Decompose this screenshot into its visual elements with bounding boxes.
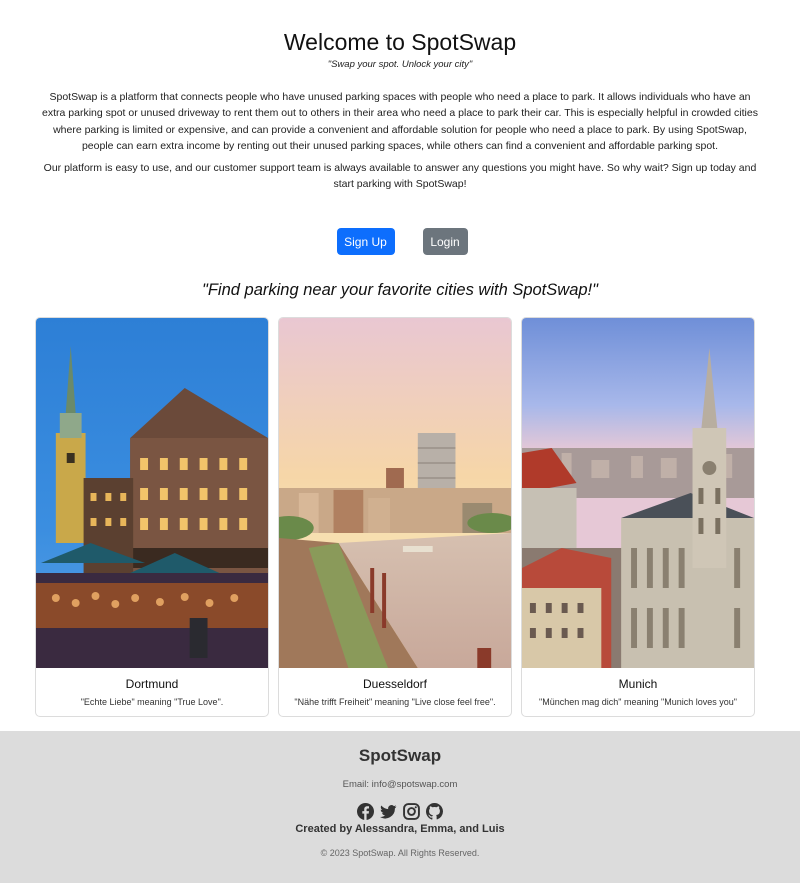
dortmund-photo [36, 318, 268, 668]
footer-brand: SpotSwap [358, 746, 442, 765]
footer-copyright: © 2023 SpotSwap. All Rights Reserved. [320, 848, 480, 858]
city-card-duesseldorf[interactable]: Duesseldorf "Nähe trifft Freiheit" meani… [278, 317, 512, 717]
city-name: Munich [618, 677, 658, 691]
munich-card-body: Munich "München mag dich" meaning "Munic… [522, 668, 754, 707]
city-motto: "München mag dich" meaning "Munich loves… [539, 697, 737, 707]
instagram-icon[interactable] [403, 803, 420, 820]
sign-up-button[interactable]: Sign Up [336, 228, 395, 256]
page: Welcome to SpotSwap "Swap your spot. Unl… [0, 0, 800, 883]
login-button[interactable]: Login [422, 228, 468, 256]
dortmund-card-body: Dortmund "Echte Liebe" meaning "True Lov… [36, 668, 268, 707]
cities-heading: "Find parking near your favorite cities … [202, 281, 598, 300]
page-title: Welcome to SpotSwap [283, 29, 517, 55]
auth-buttons: Sign Up Login [0, 228, 800, 256]
facebook-icon[interactable] [357, 803, 374, 820]
footer-credit: Created by Alessandra, Emma, and Luis [295, 823, 505, 835]
city-card-dortmund[interactable]: Dortmund "Echte Liebe" meaning "True Lov… [35, 317, 269, 717]
city-cards: Dortmund "Echte Liebe" meaning "True Lov… [35, 317, 755, 717]
footer: SpotSwap Email: info@spotswap.com Create… [0, 731, 800, 883]
duesseldorf-photo [279, 318, 511, 668]
tagline: "Swap your spot. Unlock your city" [327, 59, 473, 70]
city-card-munich[interactable]: Munich "München mag dich" meaning "Munic… [521, 317, 755, 717]
github-icon[interactable] [426, 803, 443, 820]
social-links [0, 803, 800, 820]
city-motto: "Echte Liebe" meaning "True Love". [80, 697, 224, 707]
twitter-icon[interactable] [380, 803, 397, 820]
city-motto: "Nähe trifft Freiheit" meaning "Live clo… [294, 697, 496, 707]
intro-paragraph-1: SpotSwap is a platform that connects peo… [42, 91, 758, 153]
intro-paragraph-2: Our platform is easy to use, and our cus… [43, 161, 757, 191]
intro-text: SpotSwap is a platform that connects peo… [42, 89, 758, 192]
munich-photo [522, 318, 754, 668]
hero-section: Welcome to SpotSwap "Swap your spot. Unl… [0, 0, 800, 192]
city-name: Dortmund [125, 677, 179, 691]
duesseldorf-card-body: Duesseldorf "Nähe trifft Freiheit" meani… [279, 668, 511, 707]
city-name: Duesseldorf [362, 677, 428, 691]
footer-email: Email: info@spotswap.com [342, 779, 458, 790]
